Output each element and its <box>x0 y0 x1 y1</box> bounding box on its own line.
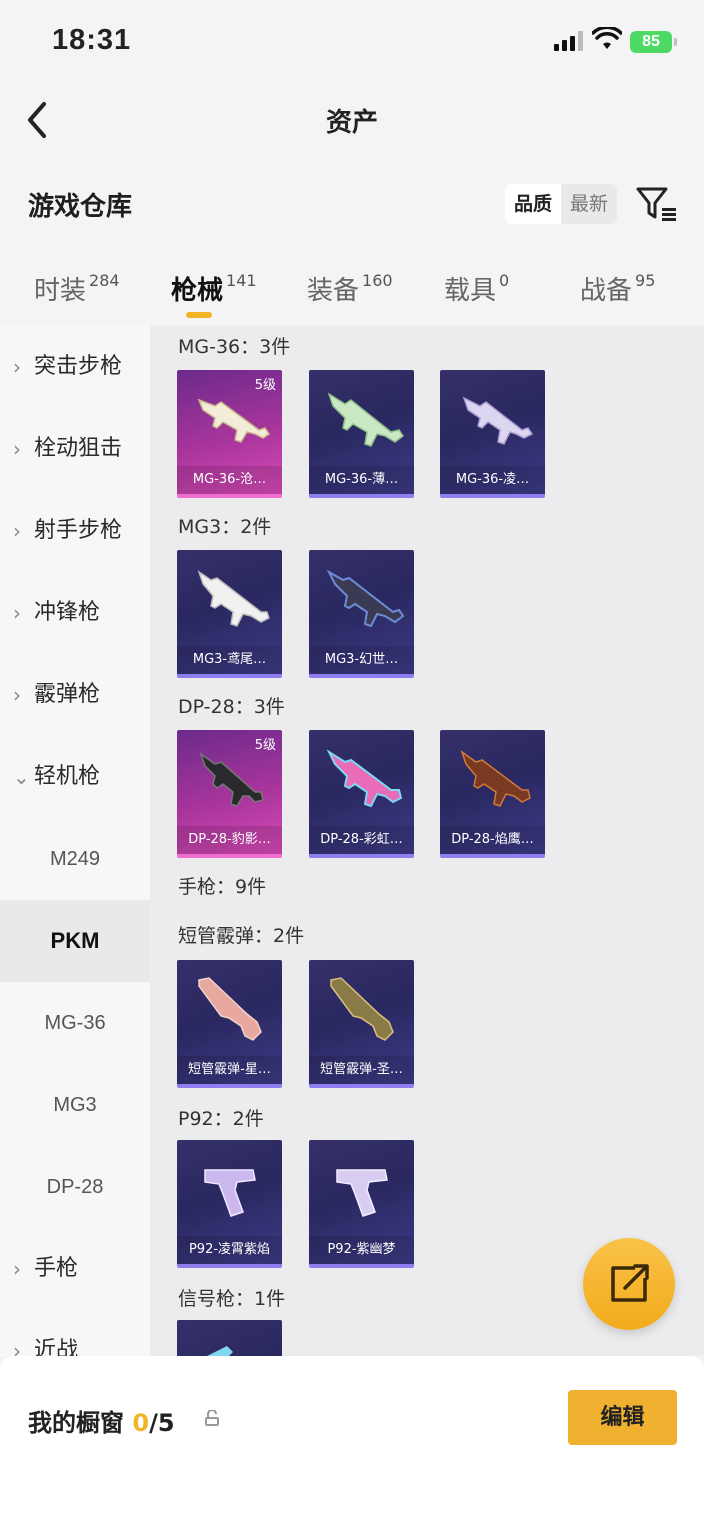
tab-firearms[interactable]: 枪械 141 <box>171 270 257 307</box>
chevron-right-icon: › <box>13 437 21 461</box>
sidebar-item-lmg[interactable]: ⌄ 轻机枪 <box>0 736 150 818</box>
group-title: DP-28：3件 <box>178 696 285 718</box>
rifle-icon <box>460 750 531 807</box>
item-card[interactable]: 5级 DP-28-豹影… <box>177 730 282 858</box>
share-icon <box>611 1264 649 1302</box>
item-card[interactable]: 短管霰弹-星… <box>177 960 282 1088</box>
sidebar-item-bolt-sniper[interactable]: › 栓动狙击 <box>0 408 150 490</box>
category-tabs: 时装 284 枪械 141 装备 160 载具 0 战备 95 <box>0 262 704 326</box>
sidebar-item-assault-rifle[interactable]: › 突击步枪 <box>0 326 150 408</box>
chevron-right-icon: › <box>13 1339 21 1356</box>
sidebar-sub-mg36[interactable]: MG-36 <box>0 982 150 1064</box>
rifle-icon <box>326 749 403 808</box>
group-title: MG-36：3件 <box>178 336 291 358</box>
tab-equipment[interactable]: 装备 160 <box>307 270 393 307</box>
showcase-label: 我的橱窗 0/5 <box>28 1409 175 1437</box>
rifle-icon <box>327 392 405 447</box>
sidebar: › 突击步枪 › 栓动狙击 › 射手步枪 › 冲锋枪 › 霰弹枪 ⌄ 轻机枪 M249 PK… <box>0 326 150 1356</box>
sort-latest-button[interactable]: 最新 <box>561 184 617 224</box>
tab-fashion[interactable]: 时装 284 <box>34 270 120 307</box>
chevron-right-icon: › <box>13 1257 21 1281</box>
item-card[interactable]: MG3-幻世… <box>309 550 414 678</box>
shotgun-icon <box>330 977 394 1041</box>
sidebar-item-shotgun[interactable]: › 霰弹枪 <box>0 654 150 736</box>
tab-supplies[interactable]: 战备 95 <box>580 270 655 307</box>
edit-button[interactable]: 编辑 <box>568 1390 677 1445</box>
sidebar-sub-m249[interactable]: M249 <box>0 818 150 900</box>
rifle-icon <box>462 396 534 445</box>
status-bar: 18:31 85 <box>0 0 704 84</box>
group-title: 信号枪：1件 <box>178 1288 286 1310</box>
sidebar-sub-mg3[interactable]: MG3 <box>0 1064 150 1146</box>
item-card[interactable]: MG3-鸢尾… <box>177 550 282 678</box>
item-card[interactable]: DP-28-彩虹… <box>309 730 414 858</box>
chevron-right-icon: › <box>13 355 21 379</box>
tab-vehicles[interactable]: 载具 0 <box>444 270 509 307</box>
sort-toggle: 品质 最新 <box>505 184 618 224</box>
share-button[interactable] <box>583 1238 675 1330</box>
lock-icon <box>205 1410 219 1426</box>
status-time: 18:31 <box>52 24 132 56</box>
wifi-icon <box>592 27 622 49</box>
chevron-right-icon: › <box>13 683 21 707</box>
item-list: MG-36：3件 5级 MG-36-沧… MG-36-薄… MG-36-凌… M… <box>150 326 704 1356</box>
sidebar-item-pistol[interactable]: › 手枪 <box>0 1228 150 1310</box>
battery-indicator: 85 <box>630 31 677 53</box>
item-card[interactable]: P92-紫幽梦 <box>309 1140 414 1268</box>
rifle-icon <box>326 569 405 628</box>
group-title: 手枪：9件 <box>178 876 267 898</box>
warehouse-title: 游戏仓库 <box>28 192 133 222</box>
pistol-icon <box>336 1169 388 1217</box>
chevron-down-icon: ⌄ <box>13 765 30 789</box>
nav-bar: 资产 <box>0 84 704 154</box>
item-card[interactable]: 短管霰弹-圣… <box>309 960 414 1088</box>
rifle-icon <box>197 570 270 627</box>
chevron-right-icon: › <box>13 519 21 543</box>
page-title: 资产 <box>325 108 378 138</box>
group-title: 短管霰弹：2件 <box>178 925 305 947</box>
chevron-right-icon: › <box>13 601 21 625</box>
item-card[interactable]: MG-36-薄… <box>309 370 414 498</box>
filter-icon[interactable] <box>636 186 678 222</box>
item-card[interactable]: 5级 MG-36-沧… <box>177 370 282 498</box>
sidebar-item-melee[interactable]: › 近战 <box>0 1310 150 1356</box>
sidebar-sub-dp28[interactable]: DP-28 <box>0 1146 150 1228</box>
signal-icon <box>554 31 583 51</box>
sidebar-item-smg[interactable]: › 冲锋枪 <box>0 572 150 654</box>
shotgun-icon <box>198 977 262 1041</box>
item-card[interactable] <box>177 1320 282 1356</box>
group-title: MG3：2件 <box>178 516 272 538</box>
item-card[interactable]: DP-28-焰鹰… <box>440 730 545 858</box>
flare-gun-icon <box>207 1346 233 1356</box>
item-card[interactable]: MG-36-凌… <box>440 370 545 498</box>
tab-indicator <box>186 312 212 318</box>
showcase-bar: 我的橱窗 0/5 编辑 <box>0 1356 704 1523</box>
sidebar-item-marksman-rifle[interactable]: › 射手步枪 <box>0 490 150 572</box>
item-card[interactable]: P92-凌霄紫焰 <box>177 1140 282 1268</box>
sidebar-sub-pkm[interactable]: PKM <box>0 900 150 982</box>
pistol-icon <box>204 1169 256 1217</box>
sort-quality-button[interactable]: 品质 <box>505 184 562 224</box>
group-title: P92：2件 <box>178 1108 264 1130</box>
